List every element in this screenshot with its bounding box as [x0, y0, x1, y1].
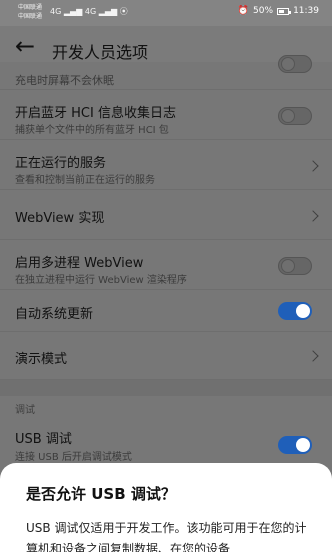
section-divider — [0, 380, 332, 396]
wifi-icon: ⦿ — [119, 7, 128, 16]
partial-toggle[interactable] — [278, 55, 312, 73]
bt-hci-title: 开启蓝牙 HCI 信息收集日志 — [15, 106, 176, 121]
usb-debug-subtitle: 连接 USB 后开启调试模式 — [15, 452, 132, 463]
screen: 中国联通 中国联通 4G ▂▄▆ 4G ▂▄▆ ⦿ ⏰ 50% 11:39 ← … — [0, 0, 332, 552]
list-item-partial[interactable]: 充电时屏幕不会休眠 — [0, 55, 332, 90]
demo-mode-item[interactable]: 演示模式 — [0, 332, 332, 380]
signal-icon: ▂▄▆ — [98, 7, 118, 16]
page-title: 开发人员选项 — [52, 43, 149, 62]
dialog-message: USB 调试仅适用于开发工作。该功能可用于在您的计算机和设备之间复制数据、在您的… — [26, 521, 307, 552]
auto-update-item[interactable]: 自动系统更新 — [0, 290, 332, 332]
status-bar: 中国联通 中国联通 4G ▂▄▆ 4G ▂▄▆ ⦿ ⏰ 50% 11:39 — [0, 0, 332, 26]
running-services-item[interactable]: 正在运行的服务 查看和控制当前正在运行的服务 — [0, 140, 332, 190]
carrier-2: 中国联通 — [18, 13, 43, 20]
dialog-title: 是否允许 USB 调试？ — [26, 485, 176, 503]
auto-update-title: 自动系统更新 — [15, 307, 94, 322]
webview-impl-item[interactable]: WebView 实现 — [0, 190, 332, 240]
bt-hci-item[interactable]: 开启蓝牙 HCI 信息收集日志 捕获单个文件中的所有蓝牙 HCI 包 — [0, 90, 332, 140]
toggle-knob — [296, 438, 310, 452]
network-1: 4G — [50, 7, 62, 16]
multi-webview-toggle[interactable] — [278, 257, 312, 275]
status-right: ⏰ 50% 11:39 — [238, 6, 319, 16]
arrow-left-icon[interactable]: ← — [15, 34, 39, 60]
running-services-subtitle: 查看和控制当前正在运行的服务 — [15, 175, 155, 186]
alarm-icon: ⏰ — [237, 6, 250, 16]
chevron-right-icon — [307, 350, 319, 362]
toggle-knob — [296, 304, 310, 318]
partial-item-title: 充电时屏幕不会休眠 — [15, 74, 114, 87]
running-services-title: 正在运行的服务 — [15, 156, 107, 171]
battery-percent: 50% — [253, 6, 274, 16]
carrier-labels: 中国联通 中国联通 — [18, 3, 42, 21]
battery-icon — [277, 7, 292, 15]
demo-mode-title: 演示模式 — [15, 352, 68, 367]
multi-webview-item[interactable]: 启用多进程 WebView 在独立进程中运行 WebView 渲染程序 — [0, 240, 332, 290]
carrier-1: 中国联通 — [18, 4, 43, 11]
chevron-right-icon — [307, 210, 319, 222]
usb-debug-dialog: 是否允许 USB 调试？ USB 调试仅适用于开发工作。该功能可用于在您的计算机… — [0, 463, 332, 552]
toggle-knob — [281, 57, 295, 71]
auto-update-toggle[interactable] — [278, 302, 312, 320]
usb-debug-item[interactable]: USB 调试 连接 USB 后开启调试模式 — [0, 422, 332, 468]
usb-debug-toggle[interactable] — [278, 436, 312, 454]
webview-impl-title: WebView 实现 — [15, 211, 105, 226]
network-2: 4G — [84, 7, 97, 16]
debug-section-label: 调试 — [15, 405, 35, 416]
network-indicators: 4G ▂▄▆ 4G ▂▄▆ ⦿ — [50, 6, 128, 17]
clock: 11:39 — [293, 6, 319, 16]
multi-webview-subtitle: 在独立进程中运行 WebView 渲染程序 — [15, 275, 187, 286]
multi-webview-title: 启用多进程 WebView — [15, 256, 144, 271]
bt-hci-toggle[interactable] — [278, 107, 312, 125]
chevron-right-icon — [307, 160, 319, 172]
usb-debug-title: USB 调试 — [15, 432, 72, 447]
toggle-knob — [281, 109, 295, 123]
toggle-knob — [281, 259, 295, 273]
bt-hci-subtitle: 捕获单个文件中的所有蓝牙 HCI 包 — [15, 125, 169, 136]
signal-icon: ▂▄▆ — [63, 7, 83, 16]
